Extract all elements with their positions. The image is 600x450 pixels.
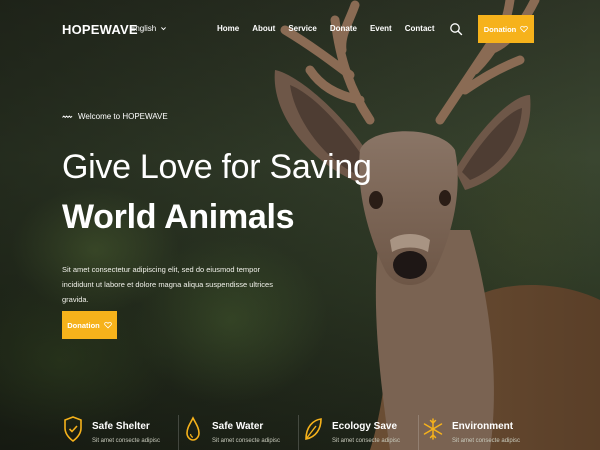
shield-icon	[64, 416, 82, 443]
feature-divider	[298, 415, 299, 450]
nav-item-service[interactable]: Service	[288, 24, 316, 33]
hero-description: Sit amet consectetur adipiscing elit, se…	[62, 265, 273, 304]
welcome-tagline: Welcome to HOPEWAVE	[62, 112, 168, 121]
feature-text: Sit amet consecte adipisc	[452, 438, 521, 444]
hero-title-line1: Give Love for Saving	[62, 148, 372, 186]
snowflake-icon	[423, 418, 443, 440]
feature-divider	[178, 415, 179, 450]
language-selector[interactable]: English	[130, 24, 167, 33]
main-menu: Home About Service Donate Event Contact	[217, 24, 435, 33]
water-drop-icon	[186, 416, 200, 441]
heart-icon	[520, 25, 529, 33]
top-navbar: HOPEWAVE English Home About Service Dona…	[0, 0, 600, 58]
feature-title: Environment	[452, 421, 514, 432]
feature-title: Ecology Save	[332, 421, 398, 432]
feature-text: Sit amet consecte adipisc	[332, 438, 401, 444]
nav-item-home[interactable]: Home	[217, 24, 239, 33]
search-icon[interactable]	[449, 22, 463, 36]
hero-donation-button[interactable]: Donation	[62, 311, 117, 339]
site-logo[interactable]: HOPEWAVE	[62, 22, 138, 37]
feature-text: Sit amet consecte adipisc	[212, 438, 281, 444]
hero-donation-label: Donation	[67, 320, 100, 330]
header-donation-button[interactable]: Donation	[478, 15, 534, 43]
nav-item-contact[interactable]: Contact	[405, 24, 435, 33]
feature-text: Sit amet consecte adipisc	[92, 438, 161, 444]
feature-item: Safe Shelter Sit amet consecte adipisc	[62, 415, 160, 444]
header-donation-label: Donation	[483, 24, 517, 34]
feature-title: Safe Shelter	[92, 421, 150, 432]
feature-item: Safe Water Sit amet consecte adipisc	[182, 415, 280, 444]
feature-item: Ecology Save Sit amet consecte adipisc	[302, 415, 400, 444]
nav-item-event[interactable]: Event	[370, 24, 392, 33]
hero-section: HOPEWAVE English Home About Service Dona…	[0, 0, 600, 450]
feature-strip: Safe Shelter Sit amet consecte adipisc S…	[60, 415, 600, 450]
feature-divider	[418, 415, 419, 450]
chevron-down-icon	[161, 27, 167, 31]
welcome-text: Welcome to HOPEWAVE	[78, 112, 168, 121]
nav-item-donate[interactable]: Donate	[330, 24, 357, 33]
heart-icon	[103, 321, 112, 329]
wave-icon	[62, 114, 73, 118]
leaf-icon	[305, 418, 322, 440]
feature-title: Safe Water	[212, 421, 264, 432]
hero-title-line2: World Animals	[62, 198, 295, 236]
nav-item-about[interactable]: About	[252, 24, 275, 33]
feature-item: Environment Sit amet consecte adipisc	[422, 415, 520, 444]
language-label: English	[130, 24, 157, 33]
